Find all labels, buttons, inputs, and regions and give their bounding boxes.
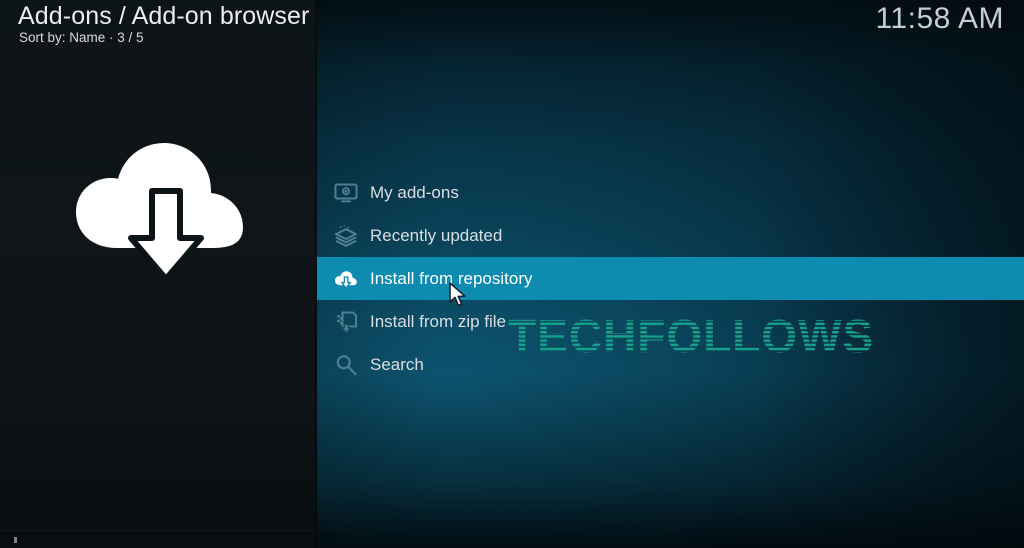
menu-item-search[interactable]: Search: [317, 343, 1024, 386]
menu-item-install-from-zip-file[interactable]: Install from zip file: [317, 300, 1024, 343]
header-bar: Add-ons / Add-on browser Sort by: Name ·…: [0, 0, 1024, 58]
cloud-download-icon: [68, 128, 253, 288]
addon-browser-menu: My add-ons Recently updated Install from…: [317, 171, 1024, 386]
sort-info-label: Sort by: Name · 3 / 5: [19, 30, 144, 45]
menu-item-label: Search: [370, 354, 424, 374]
menu-item-my-add-ons[interactable]: My add-ons: [317, 171, 1024, 214]
monitor-icon: [333, 180, 359, 206]
panel-bottom-divider: [0, 530, 317, 531]
open-box-icon: [333, 223, 359, 249]
panel-bottom-marker: [14, 537, 17, 543]
menu-item-install-from-repository[interactable]: Install from repository: [317, 257, 1024, 300]
zip-download-icon: [333, 309, 359, 335]
menu-item-label: Install from zip file: [370, 311, 507, 331]
search-icon: [333, 352, 359, 378]
menu-item-label: My add-ons: [370, 182, 459, 202]
menu-item-label: Recently updated: [370, 225, 503, 245]
clock-label: 11:58 AM: [875, 2, 1004, 35]
menu-item-label: Install from repository: [370, 268, 533, 288]
kodi-addon-browser-screen: Add-ons / Add-on browser Sort by: Name ·…: [0, 0, 1024, 548]
menu-item-recently-updated[interactable]: Recently updated: [317, 214, 1024, 257]
cloud-download-icon: [333, 266, 359, 292]
page-title: Add-ons / Add-on browser: [18, 2, 310, 30]
